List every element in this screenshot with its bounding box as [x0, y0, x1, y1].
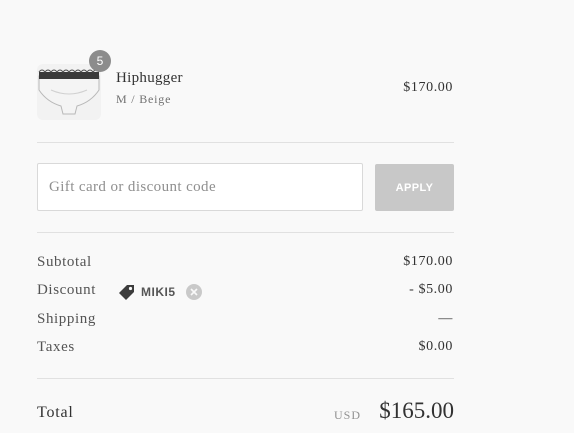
taxes-row: Taxes $0.00	[37, 339, 454, 359]
discount-code-input[interactable]	[37, 163, 363, 211]
discount-row: Discount MIKI5 - $5.00	[37, 282, 454, 302]
order-summary: 5 Hiphugger M / Beige $170.00 APPLY Subt…	[37, 0, 454, 433]
product-thumbnail: 5	[37, 50, 111, 120]
shipping-value: —	[438, 311, 453, 326]
total-row: Total USD $165.00	[37, 396, 454, 430]
product-name: Hiphugger	[116, 70, 183, 86]
product-variant: M / Beige	[116, 92, 172, 106]
taxes-value: $0.00	[418, 339, 453, 354]
shipping-label: Shipping	[37, 311, 96, 327]
discount-label: Discount	[37, 282, 96, 298]
close-circle-icon[interactable]	[185, 284, 202, 300]
subtotal-label: Subtotal	[37, 254, 92, 270]
product-price: $170.00	[403, 80, 453, 95]
lace-briefs-image	[38, 69, 100, 115]
subtotal-row: Subtotal $170.00	[37, 254, 454, 274]
discount-code: MIKI5	[141, 285, 176, 299]
quantity-badge: 5	[89, 50, 111, 72]
currency-code: USD	[333, 408, 361, 422]
discount-value: - $5.00	[409, 282, 453, 297]
divider	[37, 378, 454, 379]
shipping-row: Shipping —	[37, 311, 454, 331]
apply-button[interactable]: APPLY	[375, 164, 454, 211]
total-label: Total	[37, 404, 74, 421]
divider	[37, 142, 454, 143]
product-line-item: 5 Hiphugger M / Beige $170.00	[37, 50, 454, 122]
taxes-label: Taxes	[37, 339, 75, 355]
discount-tag: MIKI5	[118, 283, 202, 301]
tag-icon	[119, 284, 134, 300]
subtotal-value: $170.00	[403, 254, 453, 269]
total-amount: $165.00	[379, 398, 454, 423]
divider	[37, 232, 454, 233]
